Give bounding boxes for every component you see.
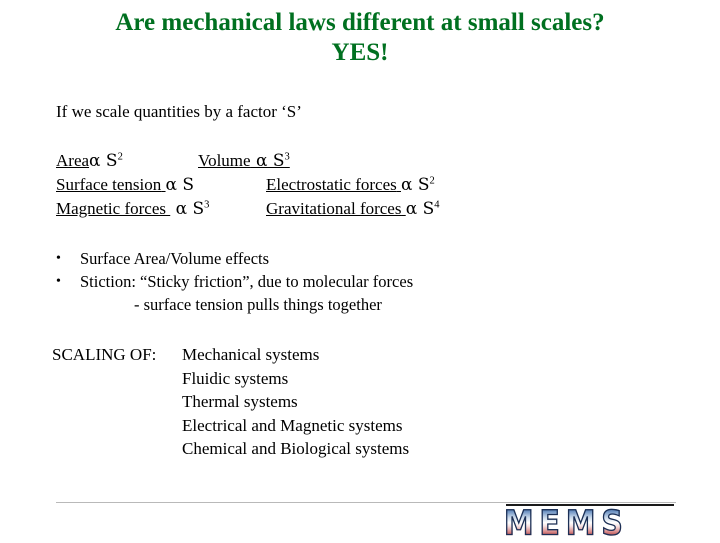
relation-quantity: Electrostatic forces — [266, 175, 397, 194]
bullet-subline: - surface tension pulls things together — [134, 295, 382, 314]
scaling-relation-row: Magnetic forces α S3 Gravitational forces… — [56, 197, 440, 221]
slide-canvas: Are mechanical laws different at small s… — [0, 0, 720, 541]
intro-text: If we scale quantities by a factor ‘S’ — [56, 102, 302, 121]
relation-cell-area: Areaα S2 — [56, 149, 198, 173]
scaling-of-block: SCALING OF: Mechanical systems Fluidic sy… — [52, 343, 409, 461]
scaling-of-item: Thermal systems — [182, 392, 298, 411]
relation-exponent: 2 — [117, 151, 123, 163]
scaling-of-row: Electrical and Magnetic systems — [52, 414, 409, 438]
scaling-relation-row: Areaα S2 Volume α S3 — [56, 149, 440, 173]
relation-cell-gravitational: Gravitational forces α S4 — [266, 197, 440, 221]
relation-exponent: 2 — [429, 175, 435, 187]
title-line-1: Are mechanical laws different at small s… — [115, 9, 605, 36]
relation-quantity: Gravitational forces — [266, 199, 402, 218]
relation-quantity: Volume — [198, 151, 251, 170]
mems-logo: MEMS — [503, 500, 712, 541]
slide-title: Are mechanical laws different at small s… — [0, 8, 720, 68]
scaling-of-label: SCALING OF: — [52, 345, 157, 364]
bullet-label: Surface Area/Volume effects — [80, 249, 270, 268]
relation-expression: α S — [405, 199, 435, 219]
relation-quantity: Surface tension — [56, 175, 162, 194]
relation-exponent: 4 — [434, 199, 440, 211]
title-line-2: YES! — [331, 39, 389, 66]
scaling-relations-block: Areaα S2 Volume α S3 Surface tension α SE… — [56, 149, 440, 221]
relation-expression-sym: α S — [175, 199, 205, 219]
scaling-of-item: Fluidic systems — [182, 368, 289, 388]
logo-text: MEMS — [503, 505, 712, 541]
scaling-of-row: Fluidic systems — [52, 367, 409, 391]
list-item: • Stiction: “Sticky friction”, due to mol… — [56, 270, 413, 293]
bullet-label: Stiction: “Sticky friction”, due to mole… — [80, 272, 414, 291]
relation-expression: α S — [89, 151, 118, 171]
relation-expression: α S — [401, 175, 430, 195]
relation-expression-sym: α S — [255, 151, 285, 171]
bullet-icon: • — [56, 251, 61, 266]
relation-cell-volume: Volume α S3 — [198, 149, 290, 173]
bullet-icon: • — [56, 274, 61, 289]
scaling-of-item: Electrical and Magnetic systems — [182, 415, 403, 435]
relation-quantity: Magnetic forces — [56, 199, 166, 218]
scaling-of-item: Chemical and Biological systems — [182, 439, 410, 458]
relation-expression: α S — [165, 175, 195, 195]
scaling-of-item: Mechanical systems — [182, 345, 320, 364]
relation-cell-magnetic: Magnetic forces α S3 — [56, 197, 266, 221]
list-item: • Surface Area/Volume effects — [56, 247, 413, 270]
scaling-of-row: Thermal systems — [52, 390, 409, 414]
bullet-list: • Surface Area/Volume effects • Stiction: … — [56, 247, 413, 316]
scaling-relation-row: Surface tension α S Electrostatic forces … — [56, 173, 440, 197]
relation-exponent: 3 — [204, 199, 210, 211]
relation-cell-electrostatic: Electrostatic forces α S2 — [266, 173, 435, 197]
scaling-of-row: SCALING OF: Mechanical systems — [52, 343, 409, 367]
relation-quantity: Area — [56, 151, 90, 170]
scaling-of-row: Chemical and Biological systems — [52, 437, 409, 461]
relation-exponent: 3 — [284, 151, 290, 163]
relation-cell-surface-tension: Surface tension α S — [56, 173, 266, 197]
